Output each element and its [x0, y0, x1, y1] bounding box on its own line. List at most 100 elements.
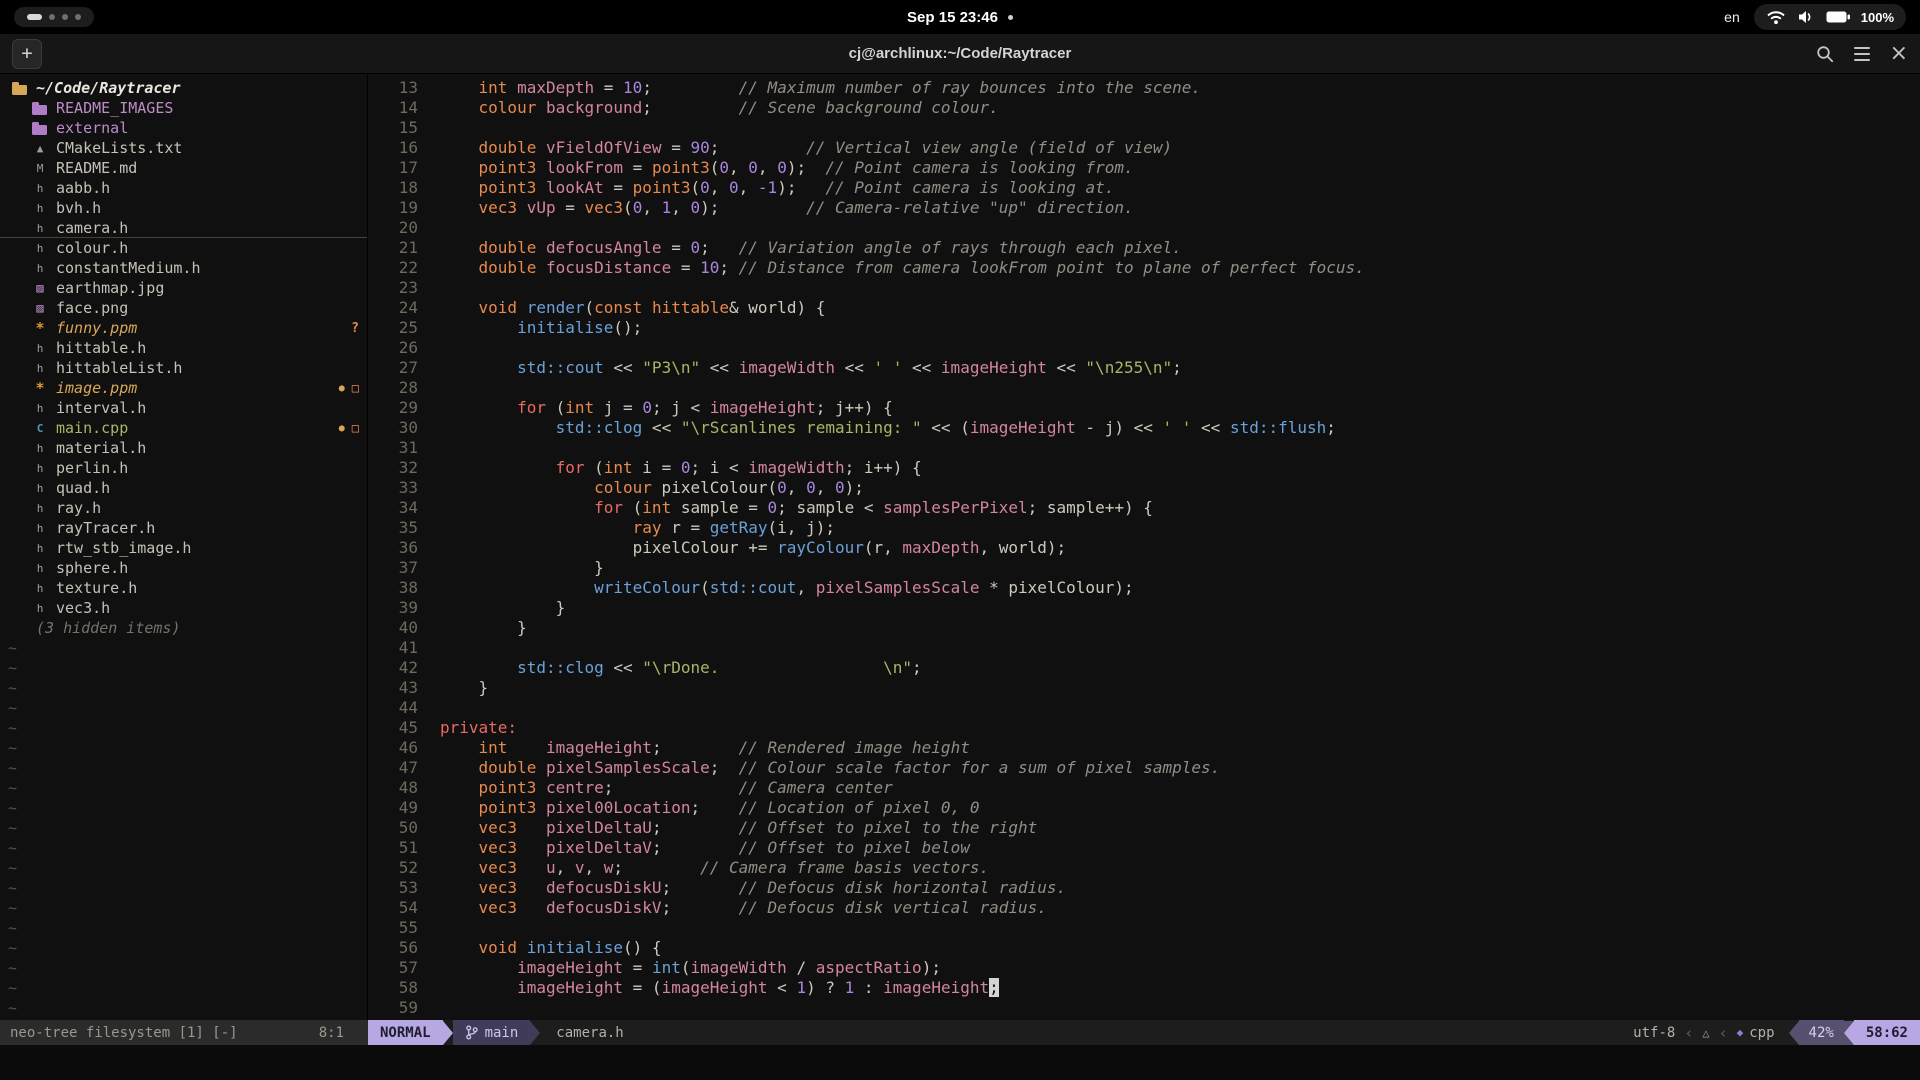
- code-line-46[interactable]: 46 int imageHeight; // Rendered image he…: [368, 738, 1920, 758]
- empty-buffer-tilde: ~: [0, 778, 367, 798]
- tree-item-~/Code/Raytracer[interactable]: ~/Code/Raytracer: [0, 78, 367, 98]
- empty-buffer-tilde: ~: [0, 798, 367, 818]
- tree-item-quad.h[interactable]: hquad.h: [0, 478, 367, 498]
- code-line-15[interactable]: 15: [368, 118, 1920, 138]
- code-line-22[interactable]: 22 double focusDistance = 10; // Distanc…: [368, 258, 1920, 278]
- code-line-47[interactable]: 47 double pixelSamplesScale; // Colour s…: [368, 758, 1920, 778]
- code-line-50[interactable]: 50 vec3 pixelDeltaU; // Offset to pixel …: [368, 818, 1920, 838]
- code-text: [418, 438, 440, 458]
- code-line-43[interactable]: 43 }: [368, 678, 1920, 698]
- git-status-badges: ●□: [339, 378, 359, 398]
- code-line-53[interactable]: 53 vec3 defocusDiskU; // Defocus disk ho…: [368, 878, 1920, 898]
- tree-item-label: README.md: [56, 159, 137, 177]
- tree-item-camera.h[interactable]: hcamera.h: [0, 218, 367, 238]
- code-line-34[interactable]: 34 for (int sample = 0; sample < samples…: [368, 498, 1920, 518]
- code-line-36[interactable]: 36 pixelColour += rayColour(r, maxDepth,…: [368, 538, 1920, 558]
- close-icon[interactable]: ×: [1890, 43, 1908, 65]
- code-text: [418, 698, 440, 718]
- code-line-29[interactable]: 29 for (int j = 0; j < imageHeight; j++)…: [368, 398, 1920, 418]
- code-line-48[interactable]: 48 point3 centre; // Camera center: [368, 778, 1920, 798]
- tree-item-hittable.h[interactable]: hhittable.h: [0, 338, 367, 358]
- code-line-25[interactable]: 25 initialise();: [368, 318, 1920, 338]
- code-line-52[interactable]: 52 vec3 u, v, w; // Camera frame basis v…: [368, 858, 1920, 878]
- tree-item-sphere.h[interactable]: hsphere.h: [0, 558, 367, 578]
- code-line-14[interactable]: 14 colour background; // Scene backgroun…: [368, 98, 1920, 118]
- tree-item-perlin.h[interactable]: hperlin.h: [0, 458, 367, 478]
- code-line-27[interactable]: 27 std::cout << "P3\n" << imageWidth << …: [368, 358, 1920, 378]
- tree-item-aabb.h[interactable]: haabb.h: [0, 178, 367, 198]
- code-line-49[interactable]: 49 point3 pixel00Location; // Location o…: [368, 798, 1920, 818]
- tree-item-(3 hidden items)[interactable]: (3 hidden items): [0, 618, 367, 638]
- code-line-59[interactable]: 59: [368, 998, 1920, 1018]
- code-text: point3 centre; // Camera center: [418, 778, 893, 798]
- code-text: colour pixelColour(0, 0, 0);: [418, 478, 864, 498]
- code-line-38[interactable]: 38 writeColour(std::cout, pixelSamplesSc…: [368, 578, 1920, 598]
- code-line-37[interactable]: 37 }: [368, 558, 1920, 578]
- code-line-26[interactable]: 26: [368, 338, 1920, 358]
- code-line-35[interactable]: 35 ray r = getRay(i, j);: [368, 518, 1920, 538]
- tree-item-rayTracer.h[interactable]: hrayTracer.h: [0, 518, 367, 538]
- tree-item-material.h[interactable]: hmaterial.h: [0, 438, 367, 458]
- tree-item-interval.h[interactable]: hinterval.h: [0, 398, 367, 418]
- code-line-23[interactable]: 23: [368, 278, 1920, 298]
- code-text: void initialise() {: [418, 938, 662, 958]
- h-icon: h: [30, 198, 50, 218]
- code-line-28[interactable]: 28: [368, 378, 1920, 398]
- keyboard-layout-indicator[interactable]: en: [1724, 9, 1740, 25]
- code-line-55[interactable]: 55: [368, 918, 1920, 938]
- h-icon: h: [30, 538, 50, 558]
- code-line-30[interactable]: 30 std::clog << "\rScanlines remaining: …: [368, 418, 1920, 438]
- code-line-31[interactable]: 31: [368, 438, 1920, 458]
- md-icon: M: [30, 158, 50, 178]
- code-line-33[interactable]: 33 colour pixelColour(0, 0, 0);: [368, 478, 1920, 498]
- workspace-indicator[interactable]: [14, 7, 94, 27]
- tree-item-hittableList.h[interactable]: hhittableList.h: [0, 358, 367, 378]
- tree-item-funny.ppm[interactable]: *funny.ppm?: [0, 318, 367, 338]
- code-line-41[interactable]: 41: [368, 638, 1920, 658]
- code-line-42[interactable]: 42 std::clog << "\rDone. \n";: [368, 658, 1920, 678]
- tree-item-bvh.h[interactable]: hbvh.h: [0, 198, 367, 218]
- line-number: 42: [368, 658, 418, 678]
- code-line-44[interactable]: 44: [368, 698, 1920, 718]
- tree-item-constantMedium.h[interactable]: hconstantMedium.h: [0, 258, 367, 278]
- tree-item-rtw_stb_image.h[interactable]: hrtw_stb_image.h: [0, 538, 367, 558]
- tree-item-external[interactable]: external: [0, 118, 367, 138]
- code-line-58[interactable]: 58 imageHeight = (imageHeight < 1) ? 1 :…: [368, 978, 1920, 998]
- code-line-21[interactable]: 21 double defocusAngle = 0; // Variation…: [368, 238, 1920, 258]
- code-line-17[interactable]: 17 point3 lookFrom = point3(0, 0, 0); //…: [368, 158, 1920, 178]
- tree-item-image.ppm[interactable]: *image.ppm●□: [0, 378, 367, 398]
- line-number: 26: [368, 338, 418, 358]
- code-line-45[interactable]: 45private:: [368, 718, 1920, 738]
- code-line-56[interactable]: 56 void initialise() {: [368, 938, 1920, 958]
- tree-item-face.png[interactable]: ▨face.png: [0, 298, 367, 318]
- clock-menu[interactable]: Sep 15 23:46: [907, 0, 1013, 34]
- tree-item-earthmap.jpg[interactable]: ▨earthmap.jpg: [0, 278, 367, 298]
- tree-item-colour.h[interactable]: hcolour.h: [0, 238, 367, 258]
- tree-item-main.cpp[interactable]: Cmain.cpp●□: [0, 418, 367, 438]
- menu-icon[interactable]: [1854, 47, 1870, 61]
- code-line-40[interactable]: 40 }: [368, 618, 1920, 638]
- tree-item-README.md[interactable]: M README.md: [0, 158, 367, 178]
- command-line[interactable]: [0, 1045, 1920, 1080]
- tree-item-ray.h[interactable]: hray.h: [0, 498, 367, 518]
- code-area[interactable]: 13 int maxDepth = 10; // Maximum number …: [368, 74, 1920, 1020]
- code-line-20[interactable]: 20: [368, 218, 1920, 238]
- code-line-51[interactable]: 51 vec3 pixelDeltaV; // Offset to pixel …: [368, 838, 1920, 858]
- code-line-24[interactable]: 24 void render(const hittable& world) {: [368, 298, 1920, 318]
- tree-item-texture.h[interactable]: htexture.h: [0, 578, 367, 598]
- code-line-54[interactable]: 54 vec3 defocusDiskV; // Defocus disk ve…: [368, 898, 1920, 918]
- code-line-16[interactable]: 16 double vFieldOfView = 90; // Vertical…: [368, 138, 1920, 158]
- tree-item-label: texture.h: [56, 579, 137, 597]
- code-line-18[interactable]: 18 point3 lookAt = point3(0, 0, -1); // …: [368, 178, 1920, 198]
- code-line-57[interactable]: 57 imageHeight = int(imageWidth / aspect…: [368, 958, 1920, 978]
- new-tab-button[interactable]: +: [12, 39, 42, 69]
- tree-item-vec3.h[interactable]: hvec3.h: [0, 598, 367, 618]
- tree-item-CMakeLists.txt[interactable]: ▲CMakeLists.txt: [0, 138, 367, 158]
- search-icon[interactable]: [1816, 45, 1834, 63]
- code-line-13[interactable]: 13 int maxDepth = 10; // Maximum number …: [368, 78, 1920, 98]
- code-line-32[interactable]: 32 for (int i = 0; i < imageWidth; i++) …: [368, 458, 1920, 478]
- code-line-39[interactable]: 39 }: [368, 598, 1920, 618]
- code-line-19[interactable]: 19 vec3 vUp = vec3(0, 1, 0); // Camera-r…: [368, 198, 1920, 218]
- quick-settings[interactable]: 100%: [1754, 4, 1906, 30]
- tree-item-README_IMAGES[interactable]: README_IMAGES: [0, 98, 367, 118]
